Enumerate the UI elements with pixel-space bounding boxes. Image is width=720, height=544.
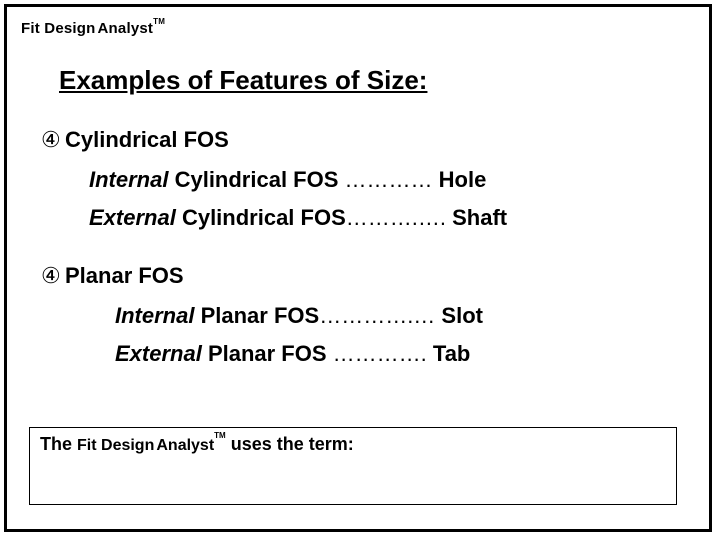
footer-pre: The xyxy=(40,434,77,454)
item-term: Slot xyxy=(441,303,483,328)
content-area: ④Cylindrical FOS Internal Cylindrical FO… xyxy=(41,117,675,376)
item-emph: External xyxy=(115,341,202,366)
footer-box: The Fit DesignAnalystTM uses the term: xyxy=(29,427,677,505)
section-heading: ④Cylindrical FOS xyxy=(41,123,675,157)
footer-brand2: Analyst xyxy=(156,437,214,454)
spacer xyxy=(41,239,675,253)
list-item: External Planar FOS …………. Tab xyxy=(41,337,675,371)
item-term: Shaft xyxy=(452,205,507,230)
item-term: Hole xyxy=(439,167,487,192)
item-rest: Planar FOS xyxy=(202,341,327,366)
leader-dots: ……….…. xyxy=(346,205,452,230)
list-item: Internal Cylindrical FOS ………… Hole xyxy=(41,163,675,197)
brand-part1: Fit Design xyxy=(21,20,96,37)
list-item: External Cylindrical FOS……….…. Shaft xyxy=(41,201,675,235)
item-emph: Internal xyxy=(115,303,194,328)
page-title: Examples of Features of Size: xyxy=(59,65,427,96)
item-rest: Cylindrical FOS xyxy=(176,205,346,230)
item-emph: Internal xyxy=(89,167,168,192)
leader-dots: ………… xyxy=(338,167,438,192)
footer-post: uses the term: xyxy=(226,434,354,454)
item-rest: Planar FOS xyxy=(194,303,319,328)
brand-logo: Fit DesignAnalystTM xyxy=(21,21,165,36)
section-heading: ④Planar FOS xyxy=(41,259,675,293)
slide-frame: Fit DesignAnalystTM Examples of Features… xyxy=(4,4,712,532)
bullet-icon: ④ xyxy=(41,259,65,293)
item-rest: Cylindrical FOS xyxy=(168,167,338,192)
trademark-icon: TM xyxy=(153,17,165,26)
item-term: Tab xyxy=(433,341,470,366)
item-emph: External xyxy=(89,205,176,230)
list-item: Internal Planar FOS………….… Slot xyxy=(41,299,675,333)
trademark-icon: TM xyxy=(214,431,226,440)
leader-dots: …………. xyxy=(327,341,433,366)
brand-part2: Analyst xyxy=(98,20,154,37)
heading-text: Cylindrical FOS xyxy=(65,127,229,152)
footer-brand1: Fit Design xyxy=(77,437,154,454)
bullet-icon: ④ xyxy=(41,123,65,157)
leader-dots: ………….… xyxy=(319,303,441,328)
heading-text: Planar FOS xyxy=(65,263,184,288)
